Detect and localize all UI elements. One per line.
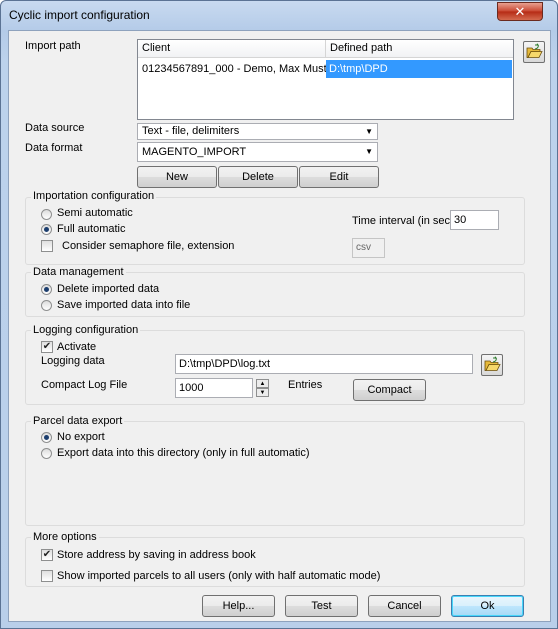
folder-open-icon [526, 43, 543, 58]
compact-log-label: Compact Log File [41, 379, 128, 391]
data-format-label: Data format [25, 142, 83, 154]
import-path-list[interactable]: Client Defined path 01234567891_000 - De… [137, 39, 514, 120]
data-management-title: Data management [31, 266, 126, 278]
list-header: Client Defined path [138, 40, 513, 58]
dialog-body: Import path Client Defined path 01234567… [8, 30, 551, 622]
cell-defined-path: D:\tmp\DPD [326, 60, 512, 78]
chevron-down-icon: ▼ [365, 127, 373, 136]
no-export-label: No export [57, 431, 105, 443]
folder-open-icon [484, 356, 501, 371]
data-source-label: Data source [25, 122, 85, 134]
spin-down-icon[interactable]: ▼ [256, 388, 269, 397]
data-format-select[interactable]: MAGENTO_IMPORT ▼ [137, 142, 378, 162]
semaphore-label: Consider semaphore file, extension [62, 240, 235, 252]
new-button[interactable]: New [137, 166, 217, 188]
compact-log-input[interactable]: 1000 [175, 378, 253, 398]
compact-button[interactable]: Compact [353, 379, 426, 401]
cell-client: 01234567891_000 - Demo, Max Muste [142, 63, 326, 75]
spin-up-icon[interactable]: ▲ [256, 379, 269, 388]
browse-import-path-button[interactable] [523, 41, 545, 63]
full-automatic-radio[interactable] [41, 224, 52, 235]
logging-data-label: Logging data [41, 355, 105, 367]
show-all-users-label: Show imported parcels to all users (only… [57, 570, 381, 582]
importation-title: Importation configuration [31, 190, 157, 202]
time-interval-label: Time interval (in sec. [352, 215, 454, 227]
data-format-value: MAGENTO_IMPORT [142, 146, 247, 158]
activate-logging-checkbox[interactable]: ✔ [41, 341, 53, 353]
import-path-label: Import path [25, 40, 81, 52]
browse-logging-button[interactable] [481, 354, 503, 376]
help-button[interactable]: Help... [202, 595, 275, 617]
dialog-window: Cyclic import configuration ✕ Import pat… [0, 0, 558, 629]
delete-button[interactable]: Delete [218, 166, 298, 188]
parcel-export-title: Parcel data export [31, 415, 125, 427]
full-automatic-label: Full automatic [57, 223, 126, 235]
activate-logging-label: Activate [57, 341, 97, 353]
semi-automatic-radio[interactable] [41, 209, 52, 220]
semaphore-checkbox[interactable] [41, 240, 53, 252]
delete-imported-label: Delete imported data [57, 283, 160, 295]
column-defined-path[interactable]: Defined path [326, 40, 513, 58]
compact-log-spinner[interactable]: ▲ ▼ [256, 379, 269, 397]
store-address-label: Store address by saving in address book [57, 549, 256, 561]
table-row[interactable]: 01234567891_000 - Demo, Max Muste D:\tmp… [139, 60, 512, 78]
logging-data-input[interactable]: D:\tmp\DPD\log.txt [175, 354, 473, 374]
close-button[interactable]: ✕ [497, 2, 543, 21]
window-title: Cyclic import configuration [9, 8, 150, 22]
more-options-title: More options [31, 531, 99, 543]
title-bar: Cyclic import configuration ✕ [1, 1, 557, 29]
export-directory-radio[interactable] [41, 448, 52, 459]
save-imported-radio[interactable] [41, 300, 52, 311]
time-interval-input[interactable]: 30 [450, 210, 499, 230]
export-directory-label: Export data into this directory (only in… [57, 447, 310, 459]
show-all-users-checkbox[interactable] [41, 570, 53, 582]
no-export-radio[interactable] [41, 432, 52, 443]
edit-button[interactable]: Edit [299, 166, 379, 188]
semaphore-extension-input[interactable]: csv [352, 238, 385, 258]
entries-label: Entries [288, 379, 323, 391]
test-button[interactable]: Test [285, 595, 358, 617]
data-source-value: Text - file, delimiters [142, 125, 240, 137]
logging-title: Logging configuration [31, 324, 141, 336]
cancel-button[interactable]: Cancel [368, 595, 441, 617]
save-imported-label: Save imported data into file [57, 299, 191, 311]
store-address-checkbox[interactable]: ✔ [41, 549, 53, 561]
chevron-down-icon: ▼ [365, 147, 373, 156]
column-client[interactable]: Client [138, 40, 326, 58]
ok-button[interactable]: Ok [451, 595, 524, 617]
delete-imported-radio[interactable] [41, 284, 52, 295]
semi-automatic-label: Semi automatic [57, 207, 133, 219]
data-source-select[interactable]: Text - file, delimiters ▼ [137, 123, 378, 140]
